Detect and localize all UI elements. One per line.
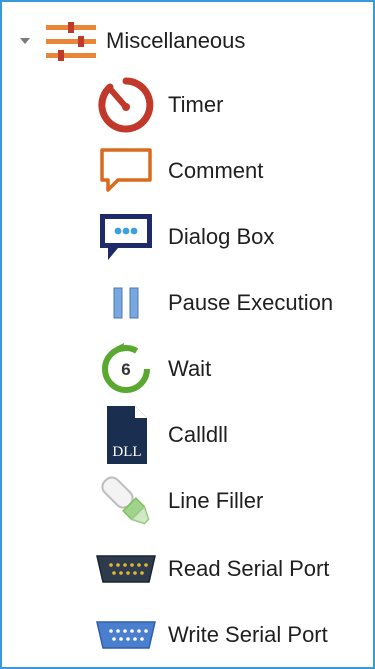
pause-icon (94, 272, 158, 334)
wait-icon-digit: 6 (121, 360, 130, 379)
tree-item-label: Wait (168, 356, 212, 381)
dll-icon-text: DLL (112, 444, 141, 460)
tree-group-label: Miscellaneous (106, 28, 246, 53)
sliders-icon (44, 19, 98, 63)
write-serial-port-icon (94, 604, 158, 666)
tree-item-calldll[interactable]: DLL Calldll (94, 404, 228, 466)
expand-caret-icon[interactable] (20, 37, 30, 45)
tree-item-label: Line Filler (168, 488, 264, 513)
tree-item-dialog-box[interactable]: Dialog Box (94, 206, 274, 268)
wait-icon: 6 (94, 338, 158, 400)
tree-item-label: Comment (168, 158, 264, 183)
tree-item-label: Timer (168, 92, 224, 117)
tree-item-label: Calldll (168, 422, 228, 447)
tree-group-miscellaneous[interactable]: Miscellaneous (20, 16, 245, 66)
tree-item-label: Dialog Box (168, 224, 275, 249)
toolbox-tree-panel: Miscellaneous Timer Comment Dialog Box P… (0, 0, 375, 669)
comment-icon (94, 140, 158, 202)
line-filler-icon (94, 470, 158, 532)
tree-item-write-serial-port[interactable]: Write Serial Port (94, 604, 328, 666)
read-serial-port-icon (94, 538, 158, 600)
tree-item-label: Pause Execution (168, 290, 334, 315)
tree-item-line-filler[interactable]: Line Filler (94, 470, 263, 532)
dll-file-icon: DLL (94, 404, 158, 466)
tree-item-timer[interactable]: Timer (94, 74, 223, 136)
tree-item-comment[interactable]: Comment (94, 140, 263, 202)
dialog-box-icon (94, 206, 158, 268)
tree-item-read-serial-port[interactable]: Read Serial Port (94, 538, 329, 600)
tree-item-label: Read Serial Port (168, 556, 330, 581)
tree-item-wait[interactable]: 6 Wait (94, 338, 211, 400)
tree-item-label: Write Serial Port (168, 622, 328, 647)
tree-item-pause-execution[interactable]: Pause Execution (94, 272, 333, 334)
timer-icon (94, 74, 158, 136)
